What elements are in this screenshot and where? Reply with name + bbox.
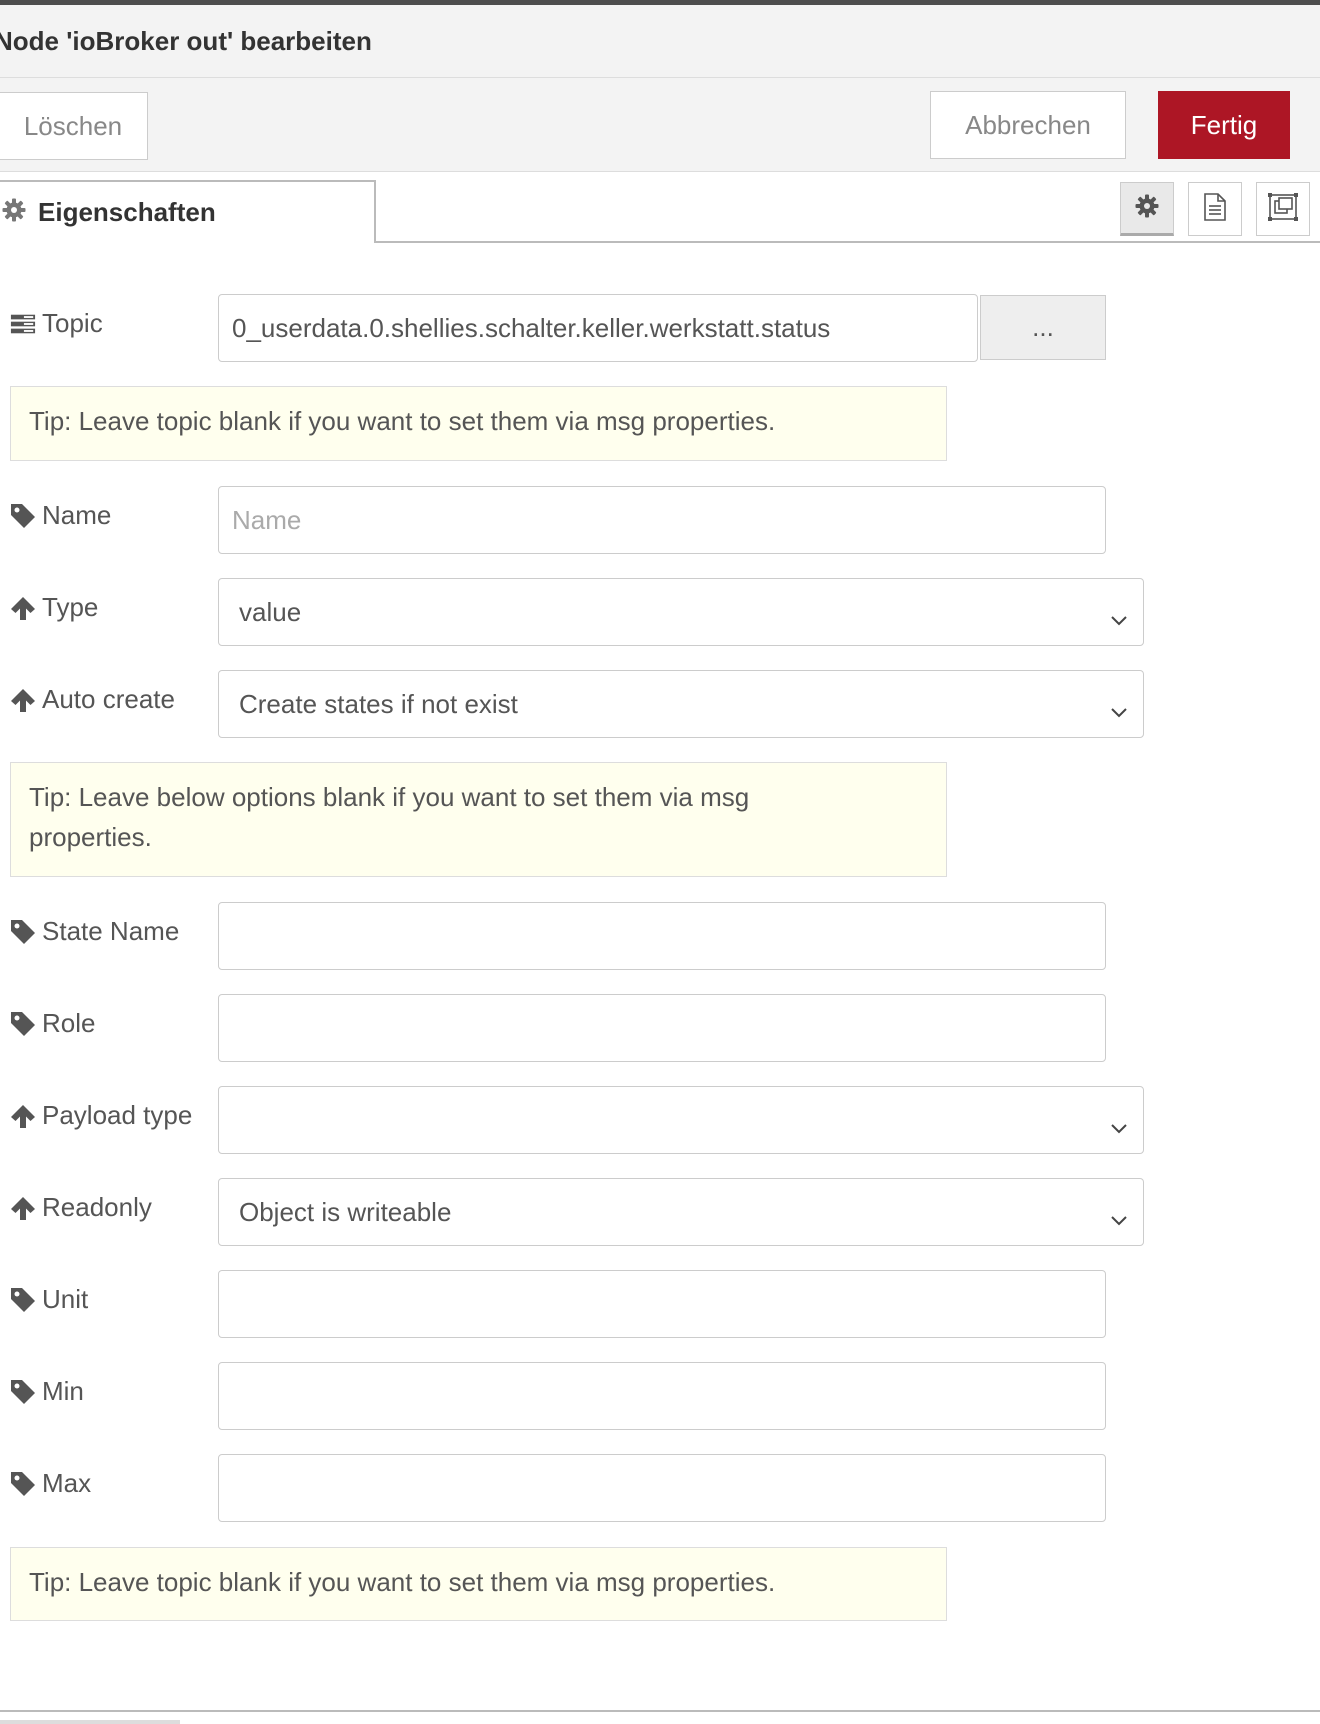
name-placeholder: Name [232,504,302,535]
min-input[interactable] [218,1362,1106,1430]
tab-bar-divider [376,241,1320,243]
dialog-toolbar: Löschen Abbrechen Fertig [0,78,1320,172]
min-label: Min [10,1376,84,1407]
arrow-up-icon [10,1195,36,1221]
type-label: Type [10,592,98,623]
tab-appearance-button[interactable] [1256,182,1310,236]
state-name-label-text: State Name [42,916,180,946]
tab-settings-button[interactable] [1120,182,1174,236]
min-label-text: Min [42,1376,84,1406]
chevron-down-icon [1109,1111,1129,1142]
max-label-text: Max [42,1468,92,1498]
auto-create-label: Auto create [10,684,175,715]
tab-properties-label: Eigenschaften [38,197,216,227]
payload-type-select[interactable] [218,1086,1144,1154]
topic-browse-button[interactable]: ... [980,295,1106,360]
tasks-icon [10,312,36,336]
tab-bar: Eigenschaften [0,172,1320,243]
tip-topic-bottom: Tip: Leave topic blank if you want to se… [10,1547,947,1621]
topic-value: 0_userdata.0.shellies.schalter.keller.we… [232,312,831,343]
arrow-up-icon [10,595,36,621]
window-restore-icon [1268,192,1298,226]
tag-icon [10,1471,36,1497]
tab-properties[interactable]: Eigenschaften [0,180,376,243]
max-label: Max [10,1468,91,1499]
type-label-text: Type [42,592,99,622]
name-input[interactable]: Name [218,486,1106,554]
tab-description-button[interactable] [1188,182,1242,236]
readonly-selected: Object is writeable [239,1196,452,1227]
unit-label: Unit [10,1284,88,1315]
payload-type-label-text: Payload type [42,1100,193,1130]
arrow-up-icon [10,1103,36,1129]
auto-create-label-text: Auto create [42,684,175,714]
arrow-up-icon [10,687,36,713]
cancel-button[interactable]: Abbrechen [930,91,1126,159]
tip-options: Tip: Leave below options blank if you wa… [10,762,947,877]
state-name-label: State Name [10,916,179,947]
tag-icon [10,1287,36,1313]
tag-icon [10,919,36,945]
chevron-down-icon [1109,603,1129,634]
auto-create-select[interactable]: Create states if not exist [218,670,1144,738]
name-label-text: Name [42,500,112,530]
readonly-label: Readonly [10,1192,152,1223]
tag-icon [10,1011,36,1037]
type-select[interactable]: value [218,578,1144,646]
chevron-down-icon [1109,695,1129,726]
topic-label: Topic [10,308,103,339]
delete-button[interactable]: Löschen [0,92,148,160]
dialog-footer-divider [0,1710,1320,1712]
readonly-select[interactable]: Object is writeable [218,1178,1144,1246]
role-input[interactable] [218,994,1106,1062]
auto-create-selected: Create states if not exist [239,688,518,719]
tag-icon [10,1379,36,1405]
tip-topic: Tip: Leave topic blank if you want to se… [10,386,947,461]
role-label: Role [10,1008,95,1039]
dialog-header: Node 'ioBroker out' bearbeiten [0,5,1320,78]
done-button[interactable]: Fertig [1158,91,1290,159]
topic-label-text: Topic [42,308,103,338]
footer-tab [0,1720,180,1724]
max-input[interactable] [218,1454,1106,1522]
payload-type-label: Payload type [10,1100,192,1131]
readonly-label-text: Readonly [42,1192,152,1222]
topic-input[interactable]: 0_userdata.0.shellies.schalter.keller.we… [218,294,978,362]
gear-icon [1135,194,1159,223]
gear-icon [2,198,26,227]
dialog-title: Node 'ioBroker out' bearbeiten [0,26,372,56]
file-text-icon [1203,192,1227,226]
unit-label-text: Unit [42,1284,89,1314]
role-label-text: Role [42,1008,96,1038]
type-selected: value [239,596,302,627]
tag-icon [10,503,36,529]
state-name-input[interactable] [218,902,1106,970]
name-label: Name [10,500,111,531]
chevron-down-icon [1109,1203,1129,1234]
unit-input[interactable] [218,1270,1106,1338]
